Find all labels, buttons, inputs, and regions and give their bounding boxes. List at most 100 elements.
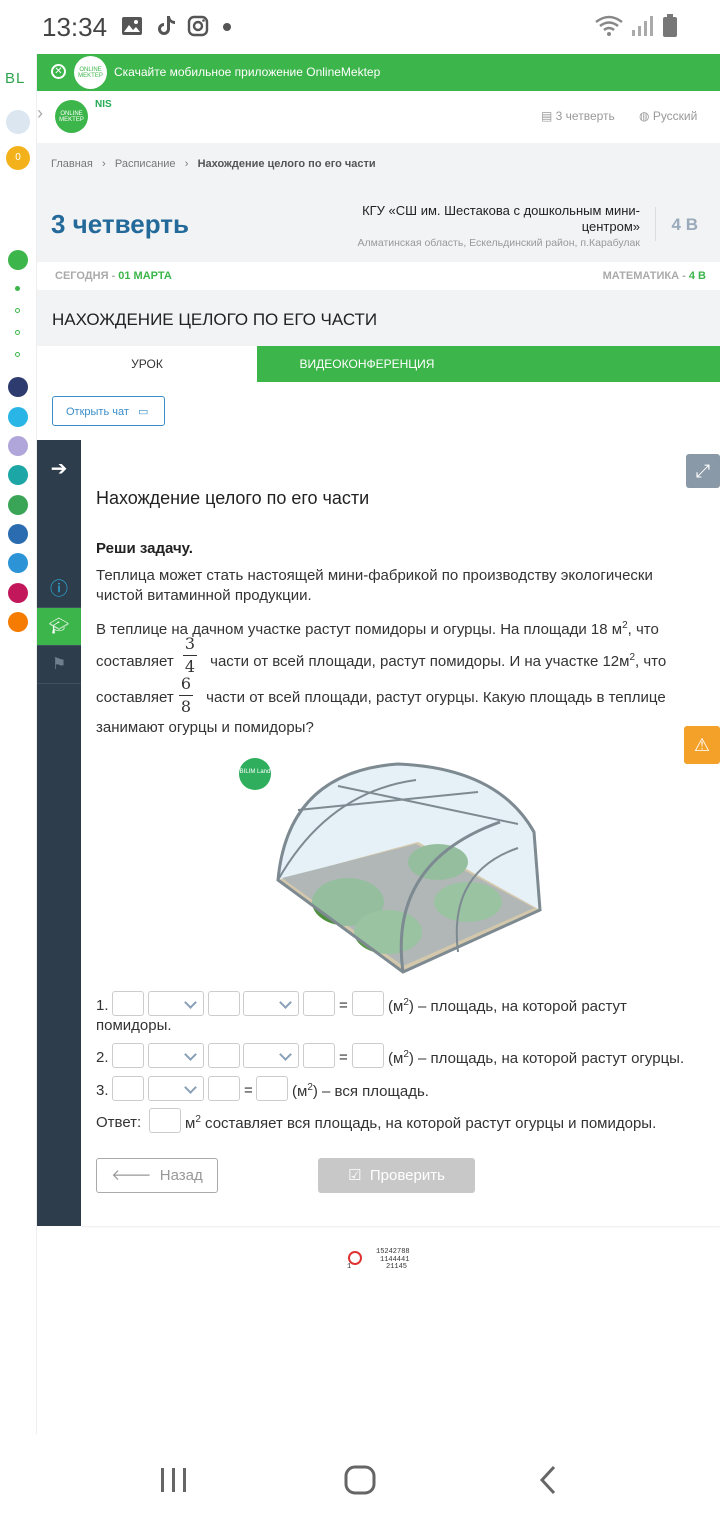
points-badge[interactable]: 0 (6, 146, 30, 170)
status-bar: 13:34 (0, 0, 720, 54)
problem-line-4: занимают огурцы и помидоры? (96, 719, 314, 736)
subject-label: МАТЕМАТИКА - (602, 270, 686, 282)
check-button[interactable]: ☑ Проверить (318, 1158, 475, 1193)
breadcrumb-current: Нахождение целого по его части (197, 158, 376, 170)
lesson-tabs: УРОК ВИДЕОКОНФЕРЕНЦИЯ (37, 346, 720, 382)
equals-sign: = (339, 1049, 348, 1066)
problem-text-2a: составляет (96, 653, 174, 670)
rail-app-4-icon[interactable] (8, 465, 28, 485)
rail-app-3-icon[interactable] (8, 436, 28, 456)
nis-logo: NIS (95, 99, 112, 110)
back-button[interactable]: 🡐 Назад (96, 1158, 218, 1193)
rail-dot-2[interactable] (15, 308, 20, 313)
fraction-6-8: 6 8 (179, 674, 193, 717)
rail-dot-3[interactable] (15, 330, 20, 335)
problem-text-3b: части от всей площади, растут огурцы. Ка… (206, 689, 666, 706)
graduation-cap-icon[interactable]: 🎓︎ (37, 608, 81, 646)
app-download-banner: ✕ ONLINE MEKTEP Скачайте мобильное прило… (37, 54, 720, 91)
today-date: СЕГОДНЯ - 01 МАРТА (55, 270, 172, 282)
breadcrumb-home[interactable]: Главная (51, 158, 93, 170)
row1-input-1[interactable] (112, 991, 144, 1016)
row3-input-1[interactable] (112, 1076, 144, 1101)
arrow-right-icon[interactable]: ➔ (37, 450, 81, 488)
answer-description: м2 составляет вся площадь, на которой ра… (185, 1114, 656, 1132)
row2-result-input[interactable] (352, 1043, 384, 1068)
flag-icon[interactable]: ⚑ (37, 646, 81, 684)
gallery-icon (122, 17, 142, 35)
equals-sign: = (244, 1082, 253, 1099)
online-mektep-logo[interactable]: ONLINE MEKTEP (55, 100, 88, 133)
lesson-title: НАХОЖДЕНИЕ ЦЕЛОГО ПО ЕГО ЧАСТИ (52, 310, 378, 329)
row3-input-2[interactable] (208, 1076, 240, 1101)
row3-description: (м2) – вся площадь. (292, 1082, 429, 1100)
school-info: КГУ «СШ им. Шестакова с дошкольным мини-… (340, 203, 641, 251)
intro-text: Теплица может стать настоящей мини-фабри… (96, 567, 653, 604)
home-icon[interactable] (343, 1464, 377, 1496)
language-selector[interactable]: ◍ Русский (639, 109, 697, 123)
avatar[interactable] (6, 110, 30, 134)
rail-online-mektep-icon[interactable] (8, 250, 28, 270)
task-label: Реши задачу. (96, 540, 193, 557)
check-button-label: Проверить (369, 1167, 445, 1184)
row1-operator-select-1[interactable] (148, 991, 204, 1016)
row2-unit: (м (388, 1050, 404, 1067)
row1-input-2[interactable] (208, 991, 240, 1016)
rail-dot-1[interactable] (15, 286, 20, 291)
row2-input-1[interactable] (112, 1043, 144, 1068)
status-time: 13:34 (42, 12, 108, 42)
rail-dot-4[interactable] (15, 352, 20, 357)
row2-input-3[interactable] (303, 1043, 335, 1068)
rail-app-9-icon[interactable] (8, 612, 28, 632)
row2-input-2[interactable] (208, 1043, 240, 1068)
fraction-numerator: 6 (180, 674, 192, 693)
checkbox-icon: ☑ (348, 1167, 366, 1184)
tab-videoconference[interactable]: ВИДЕОКОНФЕРЕНЦИЯ (257, 346, 477, 382)
fraction-3-4: 3 4 (183, 634, 197, 677)
rail-app-5-icon[interactable] (8, 495, 28, 515)
fullscreen-icon[interactable]: ⤢ (686, 454, 720, 488)
back-icon[interactable] (536, 1464, 560, 1496)
lesson-title-bar: НАХОЖДЕНИЕ ЦЕЛОГО ПО ЕГО ЧАСТИ (37, 290, 720, 346)
row1-wrap: помидоры. (96, 1017, 172, 1034)
breadcrumb-schedule[interactable]: Расписание (115, 158, 176, 170)
problem-text-3a: составляет (96, 689, 174, 706)
visit-counter: 15242788 1144441 1 21145 (345, 1248, 413, 1271)
row3-result-input[interactable] (256, 1076, 288, 1101)
close-icon[interactable]: ✕ (51, 64, 66, 79)
row1-operator-select-2[interactable] (243, 991, 299, 1016)
calendar-icon: ▤ (541, 109, 556, 123)
row2-tail: ) – площадь, на которой растут огурцы. (408, 1050, 685, 1067)
rail-help-icon[interactable] (8, 407, 28, 427)
answer-input[interactable] (149, 1108, 181, 1133)
rail-app-1-icon[interactable] (8, 377, 28, 397)
row1-tail: ) – площадь, на которой растут (408, 998, 627, 1015)
row1-number: 1. (96, 997, 109, 1014)
chevron-right-icon[interactable]: › (37, 103, 51, 131)
banner-text[interactable]: Скачайте мобильное приложение OnlineMekt… (114, 65, 380, 79)
row2-description: (м2) – площадь, на которой растут огурцы… (388, 1049, 684, 1067)
site-header: › ONLINE MEKTEP NIS ▤ 3 четверть ◍ Русск… (37, 91, 720, 143)
rail-app-6-icon[interactable] (8, 524, 28, 544)
problem-text-1b: , что (627, 621, 659, 638)
notification-dot-icon (223, 23, 231, 31)
warning-icon[interactable]: ⚠ (684, 726, 720, 764)
row3-number: 3. (96, 1082, 109, 1099)
info-icon[interactable]: ⓘ (37, 570, 81, 608)
chat-icon: ▭ (137, 406, 149, 418)
rail-app-7-icon[interactable] (8, 553, 28, 573)
row2-operator-select-1[interactable] (148, 1043, 204, 1068)
quarter-selector-label: 3 четверть (555, 109, 615, 123)
problem-text-1: В теплице на дачном участке растут помид… (96, 621, 623, 638)
open-chat-button[interactable]: Открыть чат ▭ (52, 396, 165, 426)
row3-operator-select[interactable] (148, 1076, 204, 1101)
chevron-right-icon: › (178, 158, 195, 170)
grade-label: 4 В (671, 215, 698, 234)
recent-apps-icon[interactable] (158, 1466, 190, 1494)
quarter-selector[interactable]: ▤ 3 четверть (541, 109, 615, 123)
rail-app-8-icon[interactable] (8, 583, 28, 603)
row1-result-input[interactable] (352, 991, 384, 1016)
row2-operator-select-2[interactable] (243, 1043, 299, 1068)
problem-text-2c: , что (635, 653, 667, 670)
row1-input-3[interactable] (303, 991, 335, 1016)
tab-lesson[interactable]: УРОК (37, 346, 257, 382)
